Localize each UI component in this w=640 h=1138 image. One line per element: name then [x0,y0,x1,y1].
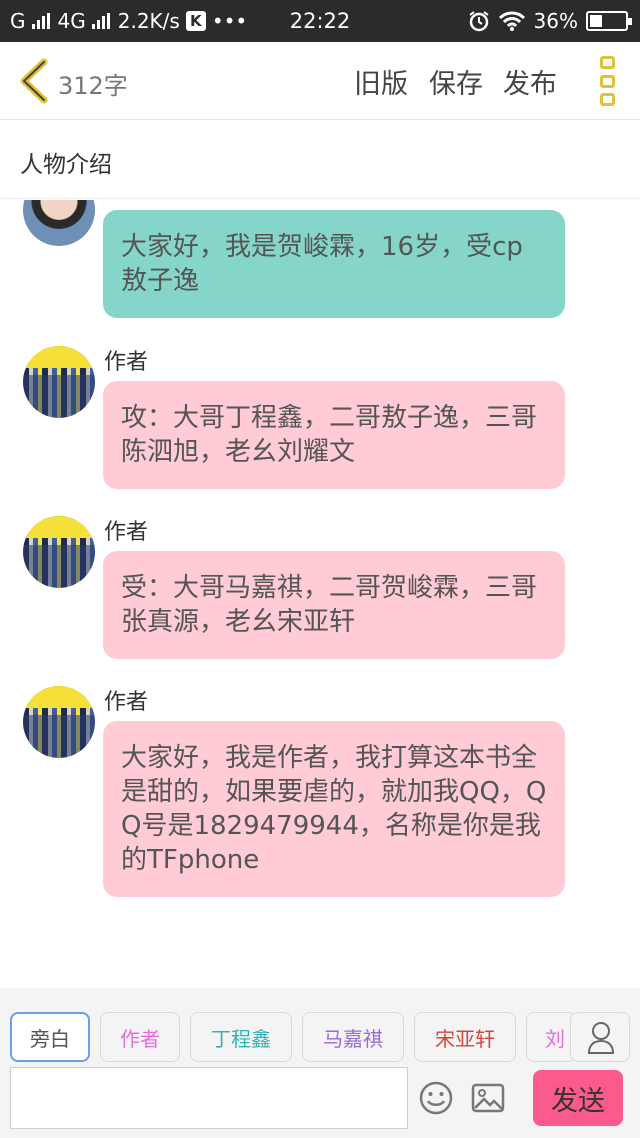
user-icon [587,1022,615,1054]
role-chip-ding[interactable]: 丁程鑫 [190,1012,292,1062]
avatar[interactable] [23,516,95,588]
role-chip-liu[interactable]: 刘 [526,1012,576,1062]
role-selector: 旁白 作者 丁程鑫 马嘉祺 宋亚轩 刘 [0,988,640,1062]
input-bar: 发送 [0,1062,640,1138]
message-bubble[interactable]: 攻：大哥丁程鑫，二哥敖子逸，三哥陈泗旭，老幺刘耀文 [103,381,565,489]
message-bubble[interactable]: 受：大哥马嘉祺，二哥贺峻霖，三哥张真源，老幺宋亚轩 [103,551,565,659]
role-chip-song[interactable]: 宋亚轩 [414,1012,516,1062]
section-title[interactable]: 人物介绍 [20,145,112,179]
more-menu-icon[interactable] [600,56,616,106]
save-button[interactable]: 保存 [429,62,483,101]
publish-button[interactable]: 发布 [503,62,557,101]
sender-name: 作者 [104,350,149,375]
back-arrow-icon[interactable] [16,58,50,104]
avatar[interactable] [23,686,95,758]
message-bubble[interactable]: 大家好，我是贺峻霖，16岁，受cp敖子逸 [103,210,565,318]
avatar[interactable] [23,200,95,246]
role-chip-ma[interactable]: 马嘉祺 [302,1012,404,1062]
role-chip-narrator[interactable]: 旁白 [10,1012,90,1062]
avatar[interactable] [23,346,95,418]
message-bubble[interactable]: 大家好，我是作者，我打算这本书全是甜的，如果要虐的，就加我QQ，QQ号是1829… [103,721,565,897]
old-version-button[interactable]: 旧版 [354,62,408,101]
status-right: 36% [468,9,632,33]
battery-percent: 36% [533,9,578,33]
chat-list[interactable]: 大家好，我是贺峻霖，16岁，受cp敖子逸 作者 攻：大哥丁程鑫，二哥敖子逸，三哥… [0,200,640,988]
message-input[interactable] [10,1067,408,1129]
sender-name: 作者 [104,520,149,545]
sender-name: 作者 [104,690,149,715]
manage-roles-button[interactable] [570,1012,630,1062]
status-bar: G 4G 2.2K/s K ••• 22:22 36% [0,0,640,42]
word-count: 312字 [58,72,128,100]
alarm-icon [468,11,489,32]
emoji-icon[interactable] [418,1080,454,1116]
wifi-icon [498,11,525,31]
battery-fill [590,15,603,27]
role-chip-author[interactable]: 作者 [100,1012,180,1062]
send-button[interactable]: 发送 [533,1070,623,1126]
editor-header: 312字 旧版 保存 发布 [0,42,640,120]
image-icon[interactable] [470,1080,506,1116]
section-header: 人物介绍 [0,121,640,199]
battery-icon [586,11,632,31]
